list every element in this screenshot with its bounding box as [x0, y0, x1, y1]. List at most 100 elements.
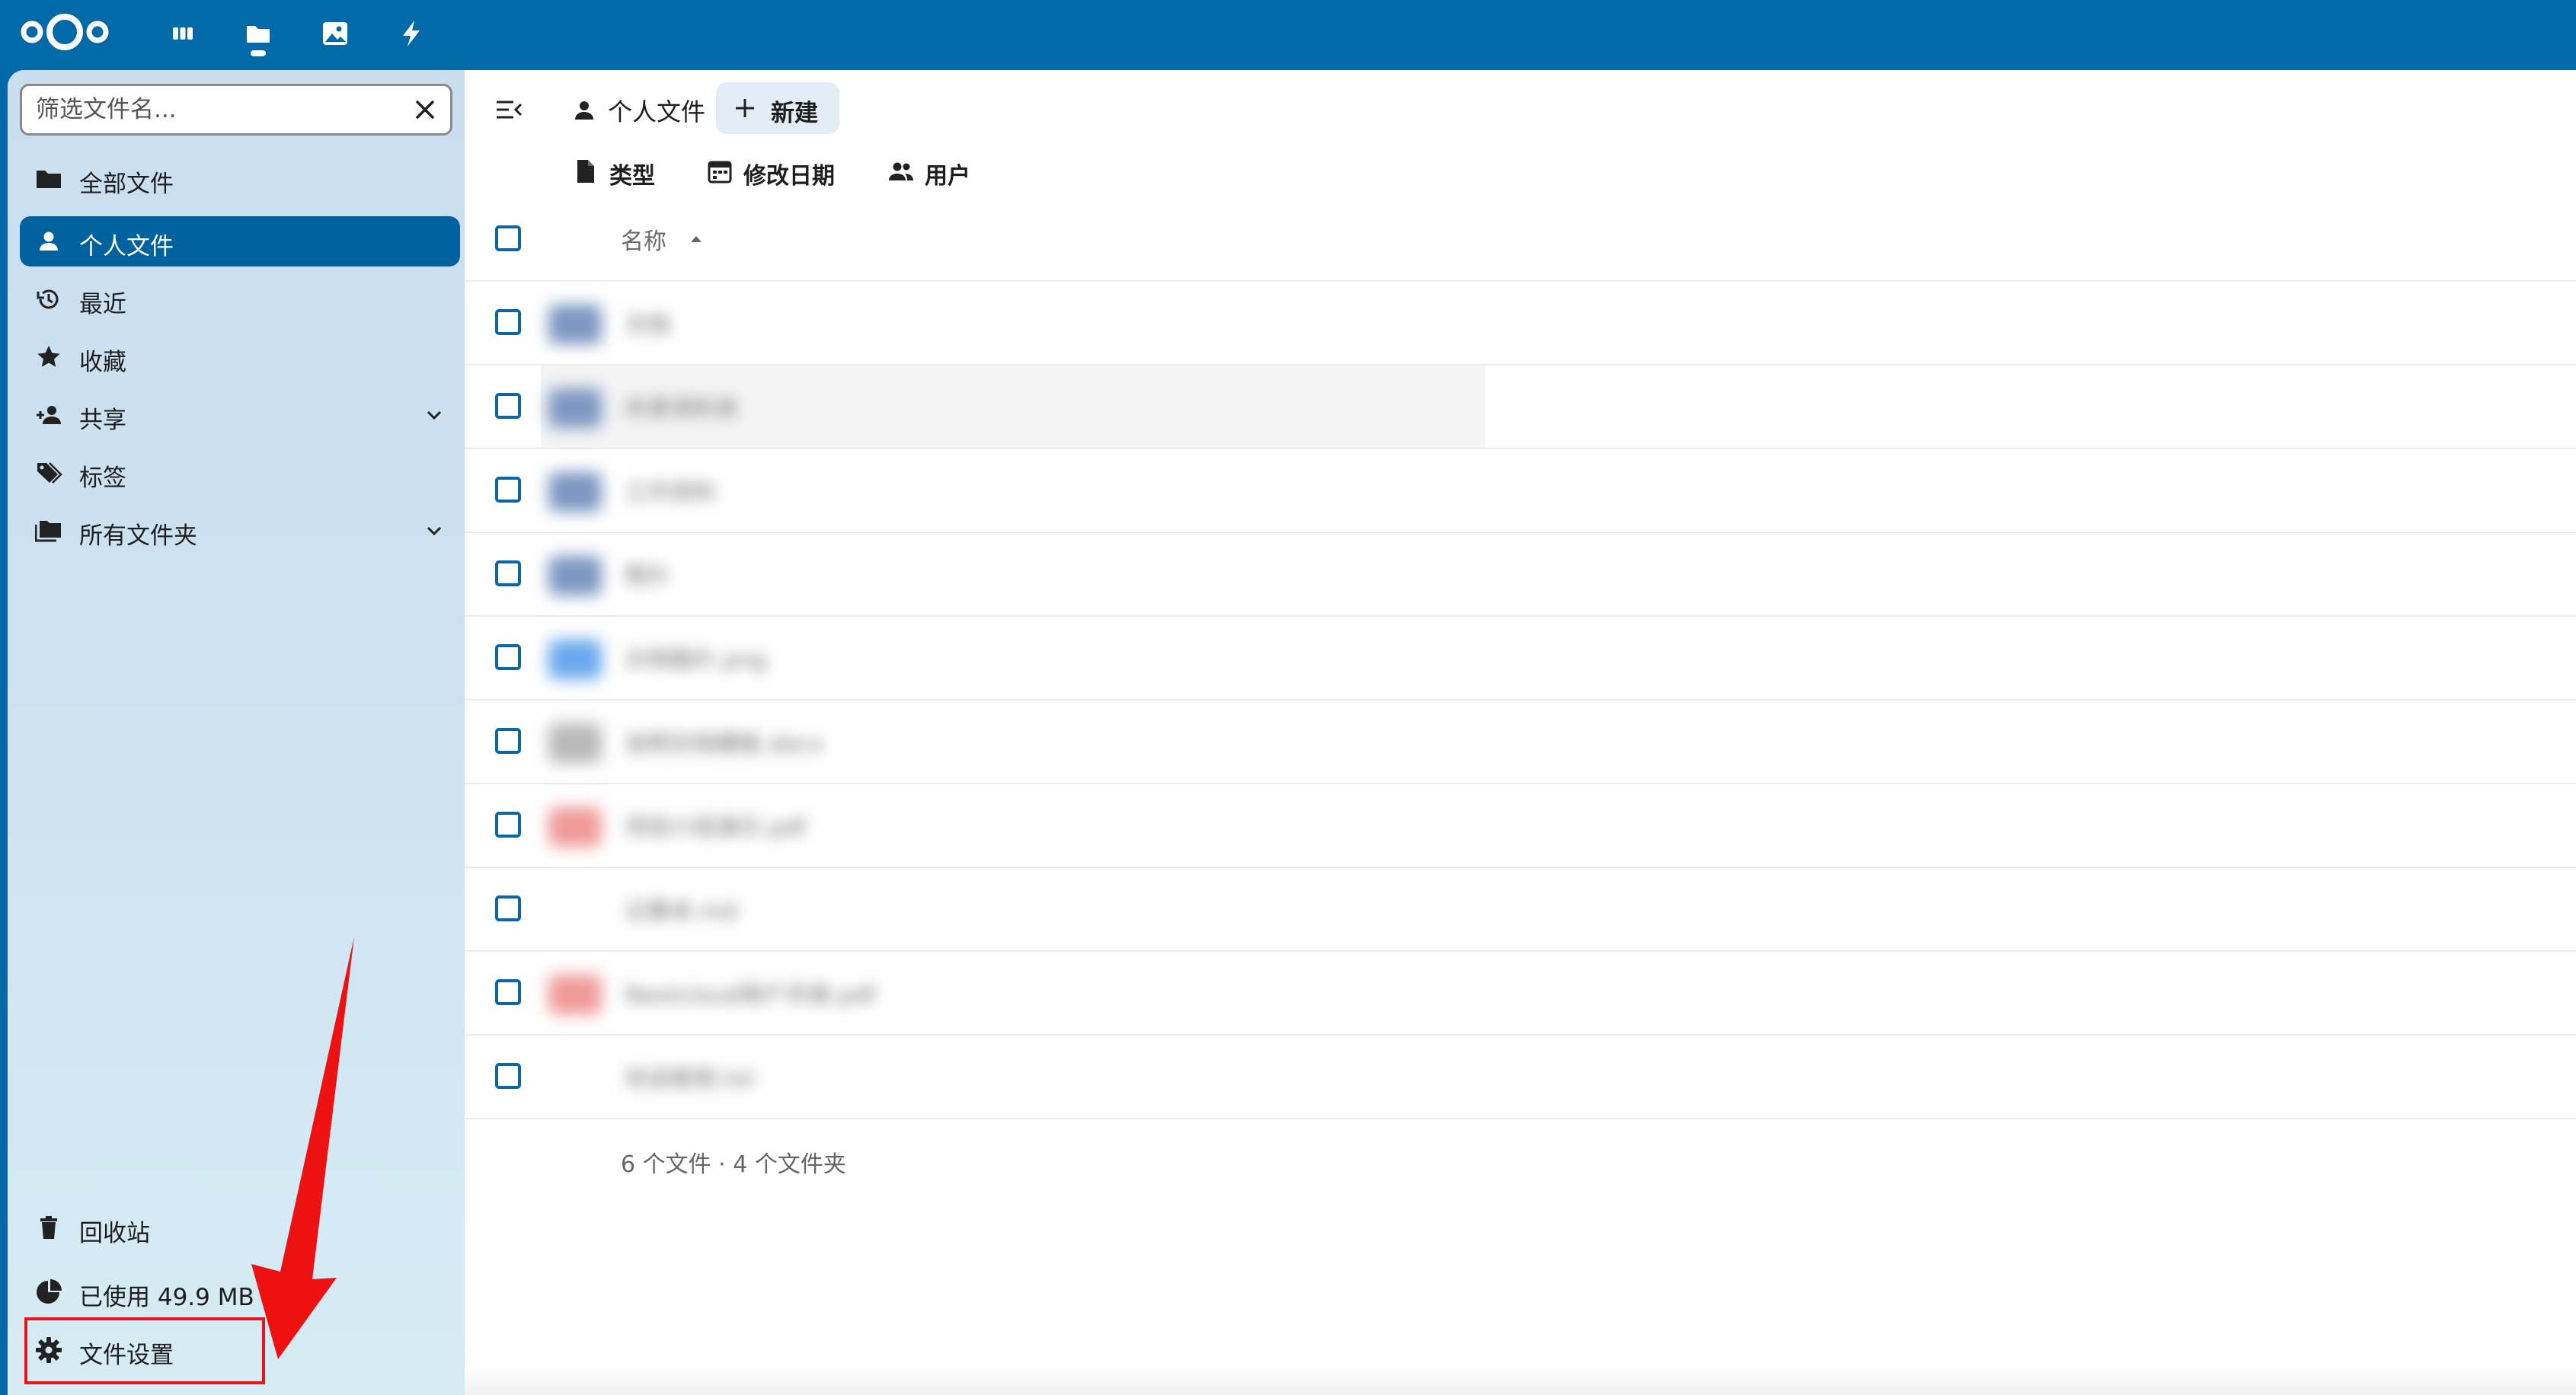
file-type-icon: [548, 640, 602, 679]
row-checkbox[interactable]: [495, 979, 521, 1005]
sidebar-item-tags[interactable]: 标签: [20, 448, 460, 498]
row-checkbox[interactable]: [495, 1063, 521, 1089]
trash-label: 回收站: [79, 1220, 150, 1247]
sidebar-item-label: 所有文件夹: [79, 522, 197, 550]
row-checkbox[interactable]: [495, 560, 521, 586]
filter-modified-label: 修改日期: [743, 163, 835, 190]
sidebar-item-label: 个人文件: [79, 233, 174, 260]
file-type-icon: [548, 388, 602, 428]
table-row[interactable]: 记事本.md: [465, 868, 2576, 950]
row-checkbox[interactable]: [495, 895, 521, 921]
row-checkbox[interactable]: [495, 728, 521, 754]
file-type-icon: [548, 472, 602, 512]
breadcrumb[interactable]: 个人文件: [571, 87, 705, 134]
filter-type-button[interactable]: 类型: [573, 152, 664, 190]
tag-icon: [37, 462, 62, 484]
folders-icon: [35, 521, 61, 542]
row-checkbox[interactable]: [495, 812, 521, 838]
photos-app-icon[interactable]: [315, 14, 355, 53]
row-divider: [465, 1118, 2576, 1119]
row-checkbox[interactable]: [495, 393, 521, 419]
filter-people-button[interactable]: 用户: [888, 152, 995, 190]
annotation-arrow: [251, 937, 354, 1359]
nextcloud-logo[interactable]: [18, 11, 111, 53]
filter-people-label: 用户: [925, 163, 970, 190]
table-row[interactable]: 共享资料夹: [465, 366, 2576, 448]
sidebar-item-recent[interactable]: 最近: [20, 274, 460, 324]
breadcrumb-label: 个人文件: [608, 97, 706, 126]
file-type-icon: [548, 723, 602, 763]
share-user-icon: [37, 406, 61, 424]
table-row[interactable]: 项目介绍演示.pdf: [465, 784, 2576, 867]
sidebar-item-label: 收藏: [79, 349, 126, 376]
quota-label: 已使用 49.9 MB: [79, 1284, 254, 1311]
filter-input[interactable]: [22, 86, 388, 133]
file-type-icon: [548, 891, 602, 931]
new-button-label: 新建: [771, 100, 818, 127]
trash-icon: [40, 1216, 57, 1239]
sidebar-item-personal-files[interactable]: 个人文件: [20, 216, 460, 267]
history-icon: [37, 289, 59, 309]
file-name[interactable]: 工作资料: [625, 474, 716, 507]
select-all-checkbox[interactable]: [495, 225, 521, 251]
new-button[interactable]: 新建: [716, 82, 839, 134]
file-name[interactable]: 欢迎使用.txt: [625, 1060, 755, 1093]
filter-box: [20, 84, 452, 136]
row-checkbox[interactable]: [495, 309, 521, 335]
pie-chart-icon: [37, 1279, 62, 1304]
file-type-icon: [548, 975, 602, 1014]
bottom-shadow: [465, 1365, 2576, 1395]
file-type-icon: [548, 556, 602, 595]
file-type-icon: [548, 1058, 602, 1098]
sidebar-item-label: 全部文件: [79, 171, 174, 198]
file-list-summary: 6 个文件 · 4 个文件夹: [621, 1151, 846, 1178]
file-name[interactable]: 示例图片.png: [625, 641, 767, 675]
plus-icon: [736, 99, 754, 117]
user-icon: [40, 231, 58, 251]
annotation-highlight-box: [24, 1317, 265, 1384]
file-type-icon: [548, 305, 602, 344]
close-icon[interactable]: [411, 95, 439, 124]
sidebar-item-shares[interactable]: 共享: [20, 390, 460, 440]
column-header-name[interactable]: 名称: [621, 222, 666, 256]
filter-modified-button[interactable]: 修改日期: [707, 152, 852, 190]
table-row[interactable]: 示例图片.png: [465, 617, 2576, 699]
chevron-down-icon[interactable]: [422, 519, 446, 543]
sidebar-item-label: 最近: [79, 291, 126, 318]
file-name[interactable]: 文档: [625, 306, 670, 340]
users-icon: [889, 162, 913, 180]
top-header: [0, 0, 2576, 70]
user-icon: [575, 101, 593, 120]
row-checkbox[interactable]: [495, 477, 521, 503]
table-row[interactable]: Nextcloud用户手册.pdf: [465, 952, 2576, 1034]
table-row[interactable]: 欢迎使用.txt: [465, 1036, 2576, 1118]
app-frame: 全部文件 个人文件 最近 收藏: [8, 70, 2576, 1395]
folder-icon: [37, 171, 61, 188]
file-name[interactable]: 共享资料夹: [625, 390, 739, 423]
file-name[interactable]: Nextcloud用户手册.pdf: [625, 976, 875, 1010]
file-type-icon: [548, 807, 602, 847]
table-row[interactable]: 说明文档模板.docx: [465, 701, 2576, 783]
row-checkbox[interactable]: [495, 644, 521, 670]
file-name[interactable]: 照片: [625, 557, 670, 591]
file-icon: [577, 160, 594, 183]
table-row[interactable]: 照片: [465, 533, 2576, 615]
filter-type-label: 类型: [609, 163, 655, 190]
dashboard-icon[interactable]: [163, 14, 203, 53]
toggle-sidebar-icon[interactable]: [494, 94, 524, 125]
table-row[interactable]: 文档: [465, 282, 2576, 364]
activity-app-icon[interactable]: [392, 14, 431, 53]
file-name[interactable]: 项目介绍演示.pdf: [625, 809, 806, 842]
sidebar-item-all-folders[interactable]: 所有文件夹: [20, 506, 460, 556]
chevron-down-icon[interactable]: [422, 403, 446, 427]
files-app-icon[interactable]: [238, 14, 278, 53]
sidebar-item-all-files[interactable]: 全部文件: [20, 154, 460, 204]
file-name[interactable]: 记事本.md: [625, 892, 737, 926]
file-name[interactable]: 说明文档模板.docx: [625, 725, 823, 758]
active-app-indicator: [251, 50, 266, 56]
sidebar-item-label: 标签: [79, 464, 126, 492]
table-row[interactable]: 工作资料: [465, 449, 2576, 532]
sidebar-item-favorites[interactable]: 收藏: [20, 332, 460, 382]
calendar-icon: [708, 161, 732, 184]
sort-ascending-icon[interactable]: [687, 230, 705, 248]
